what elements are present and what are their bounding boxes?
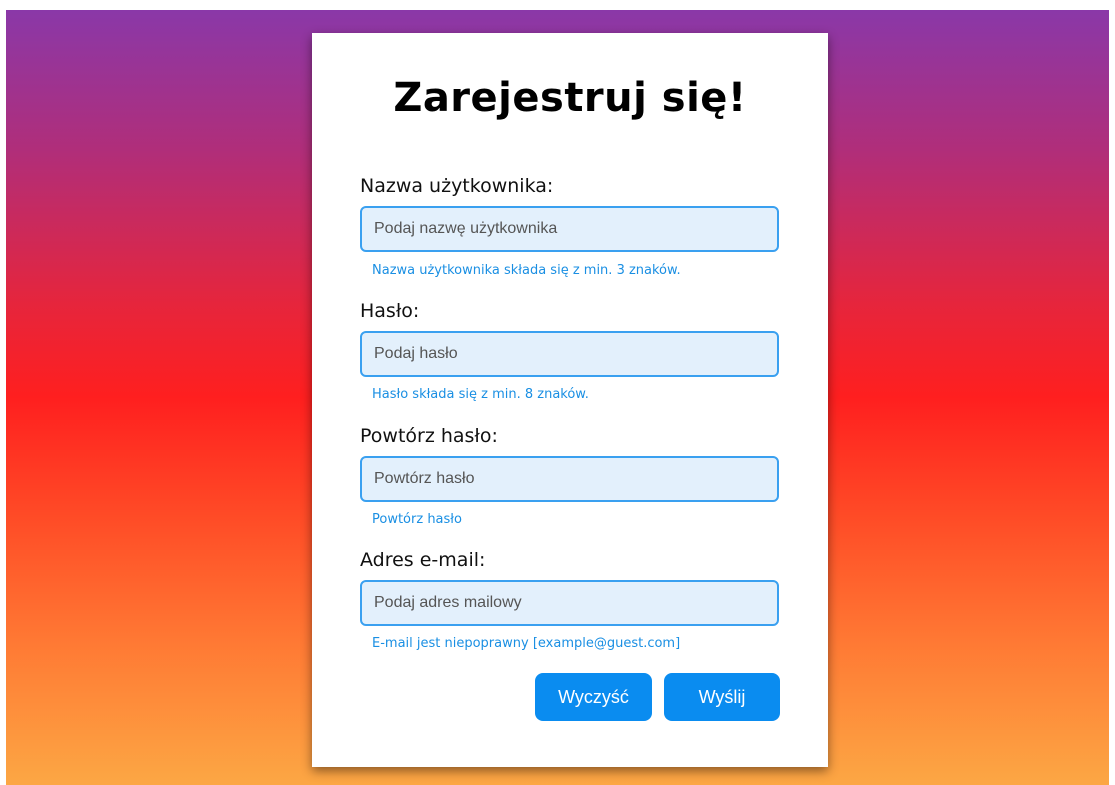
registration-card: Zarejestruj się! Nazwa użytkownika: Nazw… [312,33,828,767]
repeat-password-label: Powtórz hasło: [360,425,498,447]
submit-button[interactable]: Wyślij [664,673,780,721]
gradient-background: Zarejestruj się! Nazwa użytkownika: Nazw… [6,10,1109,785]
email-label: Adres e-mail: [360,549,486,571]
email-hint: E-mail jest niepoprawny [example@guest.c… [372,636,681,651]
username-input[interactable] [360,206,779,252]
repeat-password-input[interactable] [360,456,779,502]
clear-button[interactable]: Wyczyść [535,673,652,721]
email-input[interactable] [360,580,779,626]
repeat-password-hint: Powtórz hasło [372,512,462,527]
password-label: Hasło: [360,300,420,322]
username-label: Nazwa użytkownika: [360,175,554,197]
password-hint: Hasło składa się z min. 8 znaków. [372,387,589,402]
password-input[interactable] [360,331,779,377]
username-hint: Nazwa użytkownika składa się z min. 3 zn… [372,263,681,278]
page-title: Zarejestruj się! [393,75,747,121]
